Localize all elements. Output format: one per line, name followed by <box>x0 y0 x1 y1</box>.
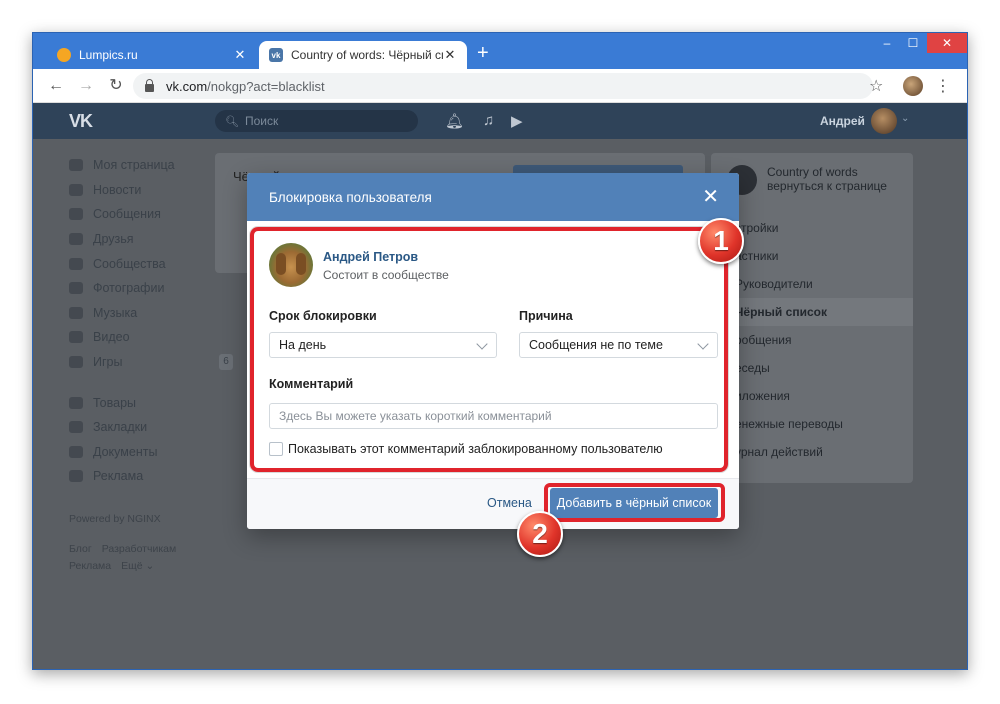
tab-lumpics[interactable]: Lumpics.ru ✕ <box>47 41 257 69</box>
left-menu-item[interactable]: Фотографии <box>69 276 239 301</box>
video-icon <box>69 331 83 344</box>
messages-icon <box>69 208 83 221</box>
left-menu-item[interactable]: Игры 6 <box>69 350 239 375</box>
back-icon[interactable]: ← <box>45 76 67 96</box>
left-menu-item[interactable]: Моя страница <box>69 153 239 178</box>
camera-icon <box>69 282 83 295</box>
gamepad-icon <box>69 356 83 369</box>
address-bar[interactable]: vk.com/nokgp?act=blacklist <box>133 73 873 99</box>
tab-vk-blacklist[interactable]: vk Country of words: Чёрный список ✕ <box>259 41 467 69</box>
highlight-frame-submit <box>544 483 725 522</box>
right-menu-item[interactable]: Руководители <box>735 277 813 291</box>
footer-links: Блог Разработчикам Реклама Ещё ⌄ <box>69 541 239 575</box>
left-menu-item[interactable]: Сообщения1 <box>69 202 239 227</box>
profile-avatar[interactable] <box>903 76 923 96</box>
search-icon: 🔍︎ <box>225 115 239 128</box>
group-back-link[interactable]: Country of words вернуться к странице <box>727 165 887 195</box>
tab-title: Lumpics.ru <box>79 48 138 62</box>
community-settings-menu: Country of words вернуться к странице ст… <box>711 153 913 483</box>
shopping-bag-icon <box>69 396 83 409</box>
chevron-down-icon[interactable]: ⌄ <box>901 113 909 124</box>
tab-strip: Lumpics.ru ✕ vk Country of words: Чёрный… <box>33 33 967 69</box>
right-menu-item[interactable]: енежные переводы <box>735 417 843 431</box>
footer-link[interactable]: Реклама <box>69 560 111 572</box>
tab-close-icon[interactable]: ✕ <box>233 47 247 63</box>
vk-logo[interactable]: VK <box>69 111 93 132</box>
music-note-icon[interactable]: ♫ <box>483 112 494 129</box>
dialog-title: Блокировка пользователя <box>269 189 432 205</box>
left-menu-item[interactable]: Друзья4 <box>69 227 239 252</box>
right-menu-item[interactable]: ообщения <box>735 333 791 347</box>
vk-search-input[interactable]: 🔍︎ Поиск <box>215 110 418 132</box>
bookmark-star-icon[interactable]: ☆ <box>869 76 883 96</box>
home-icon <box>69 159 83 172</box>
vk-favicon-icon: vk <box>269 48 283 62</box>
left-menu-item[interactable]: Реклама <box>69 464 239 489</box>
music-icon <box>69 306 83 319</box>
vk-user-name[interactable]: Андрей <box>820 114 865 128</box>
tab-close-icon[interactable]: ✕ <box>443 47 457 63</box>
right-menu-item[interactable]: еседы <box>735 361 770 375</box>
group-back-text: вернуться к странице <box>767 179 887 193</box>
left-menu-item[interactable]: Сообщества <box>69 251 239 276</box>
group-name: Country of words <box>767 165 858 179</box>
maximize-icon[interactable]: ☐ <box>901 33 925 53</box>
left-menu-item[interactable]: Видео <box>69 325 239 350</box>
search-placeholder: Поиск <box>244 114 279 128</box>
close-window-icon[interactable]: ✕ <box>927 33 967 53</box>
minimize-icon[interactable]: – <box>875 33 899 53</box>
left-menu-item[interactable]: Документы <box>69 440 239 465</box>
vk-header: VK 🔍︎ Поиск 🔔︎ ♫ ▶ Андрей ⌄ <box>33 103 967 139</box>
right-menu-item[interactable]: урнал действий <box>735 445 823 459</box>
step-badge-2: 2 <box>517 511 563 557</box>
counter-badge: 6 <box>219 354 233 371</box>
lumpics-favicon-icon <box>57 48 71 62</box>
reload-icon[interactable]: ↻ <box>105 76 127 96</box>
lock-icon <box>145 78 154 92</box>
communities-icon <box>69 257 83 270</box>
menu-dots-icon[interactable]: ⋮ <box>935 76 951 96</box>
document-icon <box>69 445 83 458</box>
left-menu: Моя страница Новости Сообщения1 Друзья4 … <box>69 153 239 575</box>
left-menu-item[interactable]: Товары <box>69 390 239 415</box>
footer-link[interactable]: Разработчикам <box>102 543 177 555</box>
address-url: vk.com/nokgp?act=blacklist <box>166 78 325 94</box>
footer-link[interactable]: Блог <box>69 543 92 555</box>
new-tab-icon[interactable]: + <box>477 43 489 63</box>
forward-icon[interactable]: → <box>75 76 97 96</box>
notifications-bell-icon[interactable]: 🔔︎ <box>445 112 464 130</box>
megaphone-icon <box>69 470 83 483</box>
highlight-frame-form <box>250 227 728 472</box>
news-icon <box>69 183 83 196</box>
left-menu-item[interactable]: Музыка <box>69 301 239 326</box>
browser-toolbar: ← → ↻ vk.com/nokgp?act=blacklist ☆ ⋮ <box>33 69 967 103</box>
play-icon[interactable]: ▶ <box>511 112 523 130</box>
cancel-button[interactable]: Отмена <box>487 496 532 510</box>
right-menu-item[interactable]: иложения <box>735 389 790 403</box>
tab-title: Country of words: Чёрный список <box>291 48 443 62</box>
dialog-header: Блокировка пользователя ✕ <box>247 173 739 221</box>
left-menu-item[interactable]: Новости <box>69 178 239 203</box>
footer-link[interactable]: Ещё ⌄ <box>121 560 154 572</box>
star-icon <box>69 421 83 434</box>
friends-icon <box>69 233 83 246</box>
powered-by: Powered by NGINX <box>69 512 161 525</box>
step-badge-1: 1 <box>698 218 744 264</box>
vk-user-avatar[interactable] <box>871 108 897 134</box>
right-menu-item-active[interactable]: Чёрный список <box>735 305 827 319</box>
left-menu-item[interactable]: Закладки <box>69 415 239 440</box>
close-icon[interactable]: ✕ <box>702 187 719 207</box>
